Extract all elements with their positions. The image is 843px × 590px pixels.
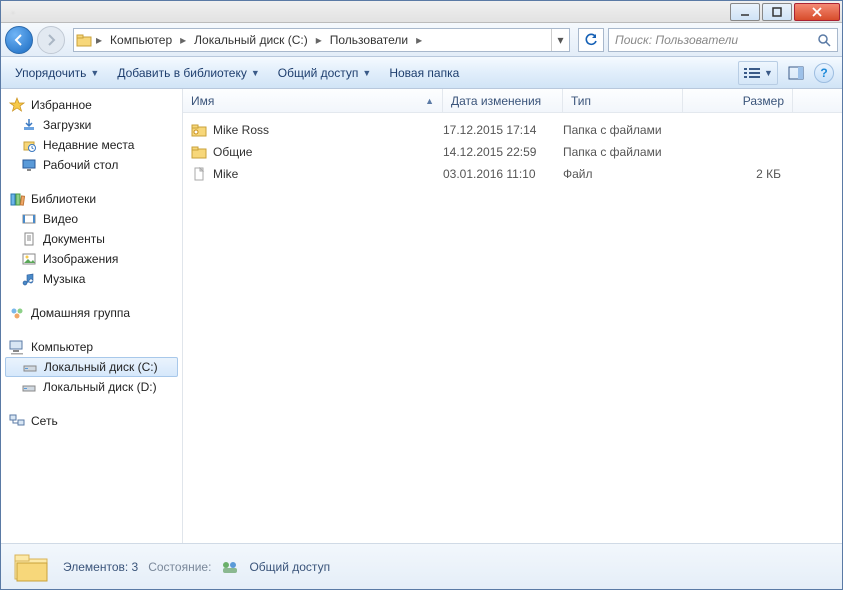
breadcrumb-users[interactable]: Пользователи <box>324 29 414 51</box>
sidebar-item-documents[interactable]: Документы <box>1 229 182 249</box>
column-headers: Имя ▲ Дата изменения Тип Размер <box>183 89 842 113</box>
computer-icon <box>9 339 25 355</box>
share-button[interactable]: Общий доступ▼ <box>272 62 378 84</box>
drive-icon <box>21 379 37 395</box>
sidebar-libraries[interactable]: Библиотеки <box>1 189 182 209</box>
folder-user-icon <box>191 122 207 138</box>
music-icon <box>21 271 37 287</box>
homegroup-icon <box>9 305 25 321</box>
libraries-icon <box>9 191 25 207</box>
navigation-pane: Избранное Загрузки Недавние места Рабочи… <box>1 89 183 543</box>
view-options-button[interactable]: ▼ <box>738 61 778 85</box>
status-share: Общий доступ <box>249 560 330 574</box>
titlebar-menu-blur: · <box>1 5 730 19</box>
documents-icon <box>21 231 37 247</box>
chevron-down-icon: ▼ <box>251 68 260 78</box>
star-icon <box>9 97 25 113</box>
file-list[interactable]: Mike Ross 17.12.2015 17:14 Папка с файла… <box>183 113 842 543</box>
search-placeholder: Поиск: Пользователи <box>615 33 738 47</box>
chevron-right-icon: ▸ <box>414 33 424 47</box>
sidebar-network[interactable]: Сеть <box>1 411 182 431</box>
column-size[interactable]: Размер <box>683 89 793 112</box>
help-button[interactable]: ? <box>814 63 834 83</box>
breadcrumb-computer[interactable]: Компьютер <box>104 29 178 51</box>
list-item[interactable]: Mike Ross 17.12.2015 17:14 Папка с файла… <box>183 119 842 141</box>
titlebar: · <box>1 1 842 23</box>
list-item[interactable]: Общие 14.12.2015 22:59 Папка с файлами <box>183 141 842 163</box>
desktop-icon <box>21 157 37 173</box>
sidebar-item-recent[interactable]: Недавние места <box>1 135 182 155</box>
forward-button[interactable] <box>37 26 65 54</box>
search-icon <box>817 33 831 47</box>
file-icon <box>191 166 207 182</box>
close-button[interactable] <box>794 3 840 21</box>
file-list-pane: Имя ▲ Дата изменения Тип Размер Mike Ros… <box>183 89 842 543</box>
maximize-button[interactable] <box>762 3 792 21</box>
item-count: Элементов: 3 <box>63 560 138 574</box>
explorer-window: · ▸ Компьютер ▸ Лока <box>0 0 843 590</box>
command-toolbar: Упорядочить▼ Добавить в библиотеку▼ Общи… <box>1 57 842 89</box>
chevron-right-icon: ▸ <box>94 33 104 47</box>
sort-asc-icon: ▲ <box>425 96 434 106</box>
sidebar-item-desktop[interactable]: Рабочий стол <box>1 155 182 175</box>
sidebar-favorites[interactable]: Избранное <box>1 95 182 115</box>
status-state-label: Состояние: <box>148 560 211 574</box>
downloads-icon <box>21 117 37 133</box>
video-icon <box>21 211 37 227</box>
explorer-body: Избранное Загрузки Недавние места Рабочи… <box>1 89 842 543</box>
sidebar-homegroup[interactable]: Домашняя группа <box>1 303 182 323</box>
chevron-right-icon: ▸ <box>178 33 188 47</box>
sidebar-item-drive-c[interactable]: Локальный диск (C:) <box>5 357 178 377</box>
refresh-button[interactable] <box>578 28 604 52</box>
pictures-icon <box>21 251 37 267</box>
chevron-down-icon: ▼ <box>362 68 371 78</box>
column-name[interactable]: Имя ▲ <box>183 89 443 112</box>
people-icon <box>221 560 239 574</box>
folder-icon <box>191 144 207 160</box>
chevron-down-icon: ▼ <box>90 68 99 78</box>
status-bar: Элементов: 3 Состояние: Общий доступ <box>1 543 842 589</box>
sidebar-item-pictures[interactable]: Изображения <box>1 249 182 269</box>
breadcrumb-drive-c[interactable]: Локальный диск (C:) <box>188 29 314 51</box>
status-text: Элементов: 3 Состояние: Общий доступ <box>63 560 330 574</box>
address-dropdown[interactable]: ▾ <box>551 29 569 51</box>
sidebar-item-video[interactable]: Видео <box>1 209 182 229</box>
recent-icon <box>21 137 37 153</box>
chevron-right-icon: ▸ <box>314 33 324 47</box>
back-button[interactable] <box>5 26 33 54</box>
chevron-down-icon: ▼ <box>764 68 773 78</box>
new-folder-button[interactable]: Новая папка <box>383 62 465 84</box>
drive-icon <box>22 359 38 375</box>
navigation-bar: ▸ Компьютер ▸ Локальный диск (C:) ▸ Поль… <box>1 23 842 57</box>
column-date[interactable]: Дата изменения <box>443 89 563 112</box>
preview-pane-button[interactable] <box>784 61 808 85</box>
address-bar[interactable]: ▸ Компьютер ▸ Локальный диск (C:) ▸ Поль… <box>73 28 570 52</box>
folder-icon <box>74 33 94 47</box>
sidebar-computer[interactable]: Компьютер <box>1 337 182 357</box>
column-type[interactable]: Тип <box>563 89 683 112</box>
add-to-library-button[interactable]: Добавить в библиотеку▼ <box>111 62 265 84</box>
search-input[interactable]: Поиск: Пользователи <box>608 28 838 52</box>
window-controls <box>730 3 842 21</box>
minimize-button[interactable] <box>730 3 760 21</box>
folder-large-icon <box>13 549 49 585</box>
list-item[interactable]: Mike 03.01.2016 11:10 Файл 2 КБ <box>183 163 842 185</box>
organize-button[interactable]: Упорядочить▼ <box>9 62 105 84</box>
sidebar-item-downloads[interactable]: Загрузки <box>1 115 182 135</box>
sidebar-item-drive-d[interactable]: Локальный диск (D:) <box>1 377 182 397</box>
sidebar-item-music[interactable]: Музыка <box>1 269 182 289</box>
network-icon <box>9 413 25 429</box>
